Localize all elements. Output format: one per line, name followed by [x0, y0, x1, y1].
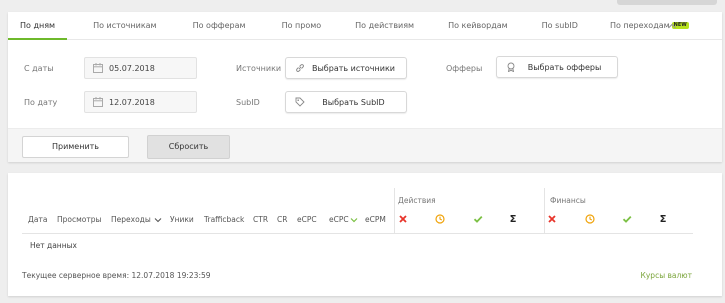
- date-from-value: 05.07.2018: [109, 63, 155, 73]
- tab-by-promo[interactable]: По промо: [270, 12, 334, 40]
- col-views[interactable]: Просмотры: [57, 215, 101, 224]
- date-to-label: По дату: [24, 98, 58, 107]
- offers-label: Офферы: [446, 64, 483, 73]
- tab-by-days[interactable]: По дням: [8, 12, 68, 40]
- tab-by-sources[interactable]: По источникам: [81, 12, 169, 40]
- link-icon: [296, 64, 304, 72]
- col-ctr[interactable]: CTR: [253, 215, 268, 224]
- top-toolbar-stub: [617, 0, 717, 5]
- date-from-field[interactable]: 05.07.2018: [84, 57, 197, 79]
- select-sources-label: Выбрать источники: [312, 63, 395, 73]
- column-divider: [394, 188, 395, 233]
- date-to-field[interactable]: 12.07.2018: [84, 91, 197, 113]
- select-subid-label: Выбрать SubID: [322, 97, 385, 107]
- col-date[interactable]: Дата: [28, 215, 47, 224]
- calendar-icon: [93, 97, 103, 107]
- pending-clock-icon[interactable]: [585, 214, 595, 224]
- report-tabs: По дням По источникам По офферам По пром…: [8, 12, 722, 40]
- col-ecpm[interactable]: eCPM: [365, 215, 386, 224]
- filter-actions-bar: Применить Сбросить: [8, 128, 722, 162]
- col-cr[interactable]: CR: [277, 215, 287, 224]
- group-actions-label: Действия: [398, 196, 436, 205]
- tag-icon: [295, 97, 305, 107]
- currency-rates-link[interactable]: Курсы валют: [641, 271, 692, 280]
- select-sources-button[interactable]: Выбрать источники: [285, 57, 407, 79]
- tab-by-clicks-label: По переходам: [609, 20, 670, 30]
- rejected-icon[interactable]: [398, 214, 408, 224]
- filter-panel: По дням По источникам По офферам По пром…: [8, 12, 722, 162]
- server-time: Текущее серверное время: 12.07.2018 19:2…: [22, 271, 211, 280]
- chevron-down-icon: [350, 218, 358, 223]
- group-finance-label: Финансы: [550, 196, 586, 205]
- stats-table-panel: Дата Просмотры Переходы Уники Trafficbac…: [8, 173, 722, 296]
- reset-button[interactable]: Сбросить: [147, 135, 230, 159]
- pending-clock-icon[interactable]: [435, 214, 445, 224]
- col-ecpc[interactable]: eCPC: [297, 215, 317, 224]
- tab-by-actions[interactable]: По действиям: [343, 12, 426, 40]
- date-from-label: С даты: [24, 64, 54, 73]
- tab-by-subid[interactable]: По subID: [530, 12, 590, 40]
- select-offers-label: Выбрать офферы: [527, 62, 602, 72]
- approved-check-icon[interactable]: [622, 214, 632, 224]
- col-ecpc-2[interactable]: eCPC: [329, 215, 358, 224]
- calendar-icon: [93, 63, 103, 73]
- total-sum-icon[interactable]: Σ: [658, 214, 668, 225]
- col-clicks-label: Переходы: [111, 215, 151, 224]
- tab-by-keywords[interactable]: По кейвордам: [436, 12, 520, 40]
- chevron-up-icon[interactable]: [667, 21, 677, 31]
- date-to-value: 12.07.2018: [109, 97, 155, 107]
- rejected-icon[interactable]: [547, 214, 557, 224]
- col-uniques[interactable]: Уники: [170, 215, 194, 224]
- approved-check-icon[interactable]: [473, 214, 483, 224]
- col-ecpc-2-label: eCPC: [329, 215, 349, 224]
- tab-by-clicks[interactable]: По переходам NEW: [598, 12, 701, 40]
- col-clicks[interactable]: Переходы: [111, 215, 162, 224]
- award-icon: [507, 62, 515, 72]
- col-trafficback[interactable]: Trafficback: [204, 215, 244, 224]
- subid-label: SubID: [236, 98, 260, 107]
- table-header-divider: [22, 233, 693, 234]
- tab-by-offers[interactable]: По офферам: [181, 12, 258, 40]
- select-subid-button[interactable]: Выбрать SubID: [285, 91, 407, 113]
- sources-label: Источники: [236, 64, 282, 73]
- column-divider: [544, 188, 545, 233]
- apply-button[interactable]: Применить: [22, 136, 129, 158]
- select-offers-button[interactable]: Выбрать офферы: [496, 56, 618, 78]
- empty-table-message: Нет данных: [30, 241, 77, 250]
- chevron-down-icon: [154, 218, 162, 223]
- total-sum-icon[interactable]: Σ: [508, 214, 518, 225]
